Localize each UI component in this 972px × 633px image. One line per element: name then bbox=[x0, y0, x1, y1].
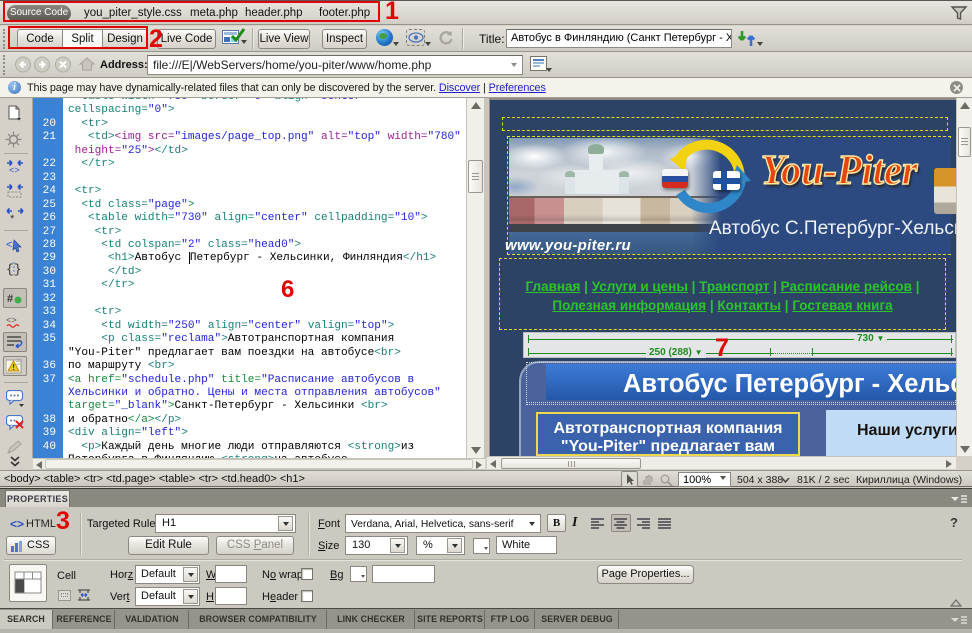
svg-text:!: ! bbox=[12, 363, 15, 372]
svg-text:<: < bbox=[6, 240, 13, 252]
svg-text:<>: <> bbox=[9, 166, 20, 174]
svg-text:<>: <> bbox=[6, 316, 17, 326]
svg-text:*: * bbox=[10, 213, 15, 222]
svg-text:#: # bbox=[7, 293, 13, 305]
